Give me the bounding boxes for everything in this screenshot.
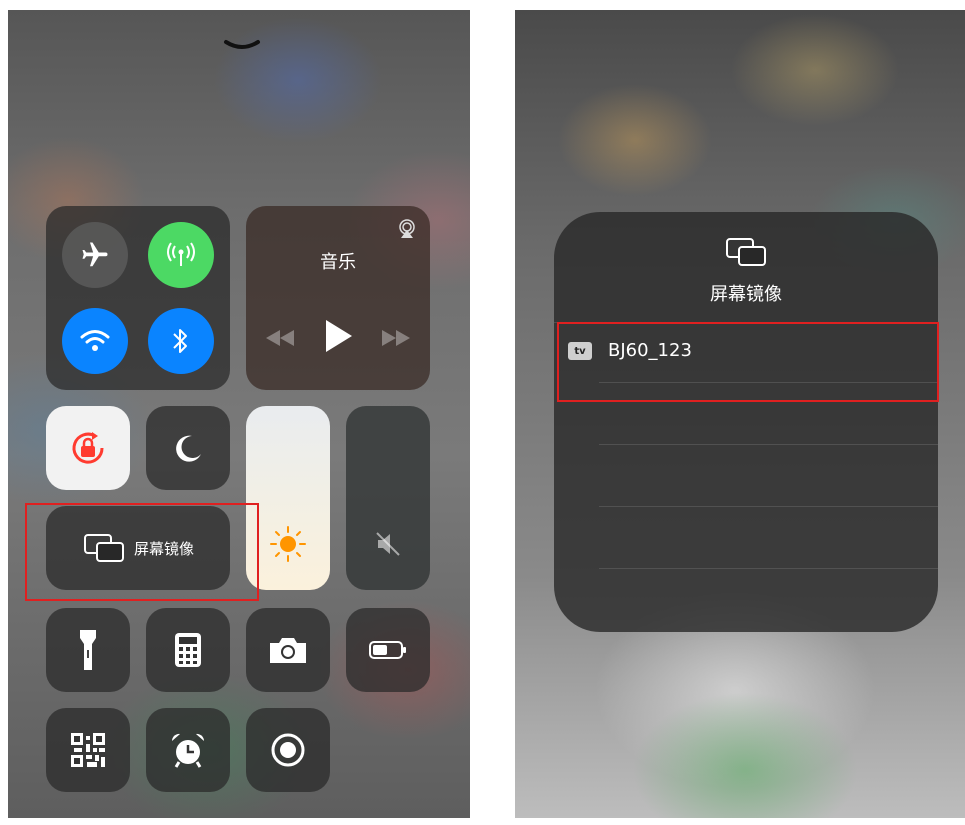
moon-icon — [176, 435, 201, 462]
alarm-clock-button[interactable] — [146, 708, 230, 792]
highlight-device-row — [557, 322, 939, 402]
divider — [599, 444, 938, 445]
qr-code-icon — [71, 733, 105, 767]
divider — [599, 568, 938, 569]
divider — [599, 506, 938, 507]
flashlight-toggle[interactable] — [46, 608, 130, 692]
rewind-icon[interactable] — [264, 328, 296, 348]
airplane-icon — [82, 242, 108, 267]
connectivity-module — [46, 206, 230, 390]
camera-icon — [270, 638, 306, 663]
music-title: 音乐 — [320, 252, 356, 273]
battery-icon — [369, 641, 406, 659]
sun-icon — [270, 526, 306, 562]
screen-recording-button[interactable] — [246, 708, 330, 792]
panel-title: 屏幕镜像 — [710, 284, 782, 305]
play-icon[interactable] — [322, 318, 354, 354]
calculator-icon — [175, 633, 201, 667]
screen-mirroring-screen: 屏幕镜像 tv BJ60_123 — [515, 10, 965, 818]
flashlight-icon — [80, 630, 96, 670]
do-not-disturb-toggle[interactable] — [146, 406, 230, 490]
volume-slider[interactable] — [346, 406, 430, 590]
wifi-toggle[interactable] — [62, 308, 128, 374]
qr-scanner-button[interactable] — [46, 708, 130, 792]
record-icon — [271, 733, 305, 767]
music-module[interactable]: 音乐 — [246, 206, 430, 390]
fast-forward-icon[interactable] — [380, 328, 412, 348]
airplane-mode-toggle[interactable] — [62, 222, 128, 288]
orientation-lock-toggle[interactable] — [46, 406, 130, 490]
camera-button[interactable] — [246, 608, 330, 692]
screen-mirroring-icon — [726, 238, 766, 266]
wifi-icon — [80, 330, 110, 351]
cellular-antenna-icon — [167, 242, 195, 266]
chevron-down-icon[interactable] — [222, 36, 262, 56]
alarm-clock-icon — [171, 733, 205, 768]
highlight-screen-mirroring — [25, 503, 259, 601]
bluetooth-toggle[interactable] — [148, 308, 214, 374]
airplay-audio-icon[interactable] — [396, 218, 418, 240]
speaker-muted-icon — [376, 532, 400, 556]
bluetooth-icon — [173, 329, 187, 353]
control-center-screen: 音乐 屏幕镜像 — [8, 10, 470, 818]
orientation-lock-icon — [72, 432, 104, 464]
calculator-button[interactable] — [146, 608, 230, 692]
cellular-data-toggle[interactable] — [148, 222, 214, 288]
low-power-mode-toggle[interactable] — [346, 608, 430, 692]
screen-mirroring-panel: 屏幕镜像 tv BJ60_123 — [554, 212, 938, 632]
